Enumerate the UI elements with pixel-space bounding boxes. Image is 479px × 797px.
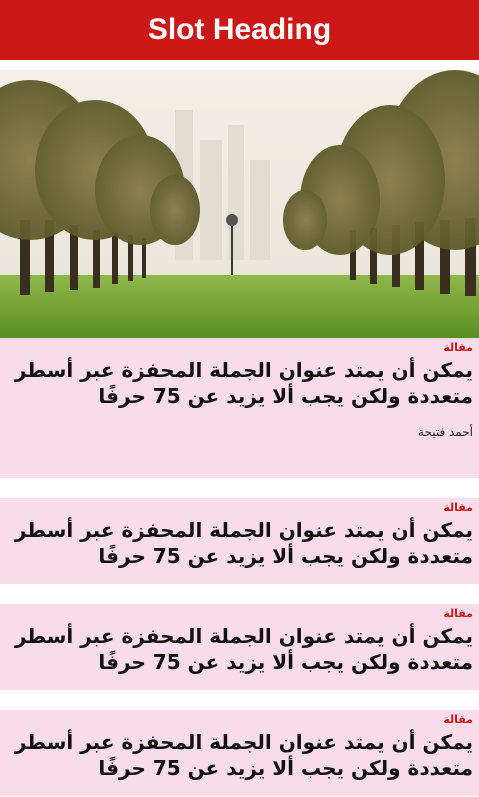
article-type-label: مقالة [443,501,473,514]
slot-heading: Slot Heading [147,13,332,46]
article-headline[interactable]: يمكن أن يمتد عنوان الجملة المحفزة عبر أس… [6,729,473,781]
article-type-label: مقالة [443,713,473,726]
article-type-label: مقالة [443,341,473,354]
article-headline[interactable]: يمكن أن يمتد عنوان الجملة المحفزة عبر أس… [6,517,473,569]
article-card-1[interactable]: مقالة يمكن أن يمتد عنوان الجملة المحفزة … [0,338,479,478]
article-headline[interactable]: يمكن أن يمتد عنوان الجملة المحفزة عبر أس… [6,357,473,409]
article-type-label: مقالة [443,607,473,620]
article-card-2[interactable]: مقالة يمكن أن يمتد عنوان الجملة المحفزة … [0,498,479,584]
article-card-3[interactable]: مقالة يمكن أن يمتد عنوان الجملة المحفزة … [0,604,479,690]
article-card-4[interactable]: مقالة يمكن أن يمتد عنوان الجملة المحفزة … [0,710,479,796]
palm-tree-avenue-image[interactable] [0,70,479,338]
article-author[interactable]: أحمد فتيحة [6,425,473,439]
article-headline[interactable]: يمكن أن يمتد عنوان الجملة المحفزة عبر أس… [6,623,473,675]
slot-header: Slot Heading [0,0,479,60]
